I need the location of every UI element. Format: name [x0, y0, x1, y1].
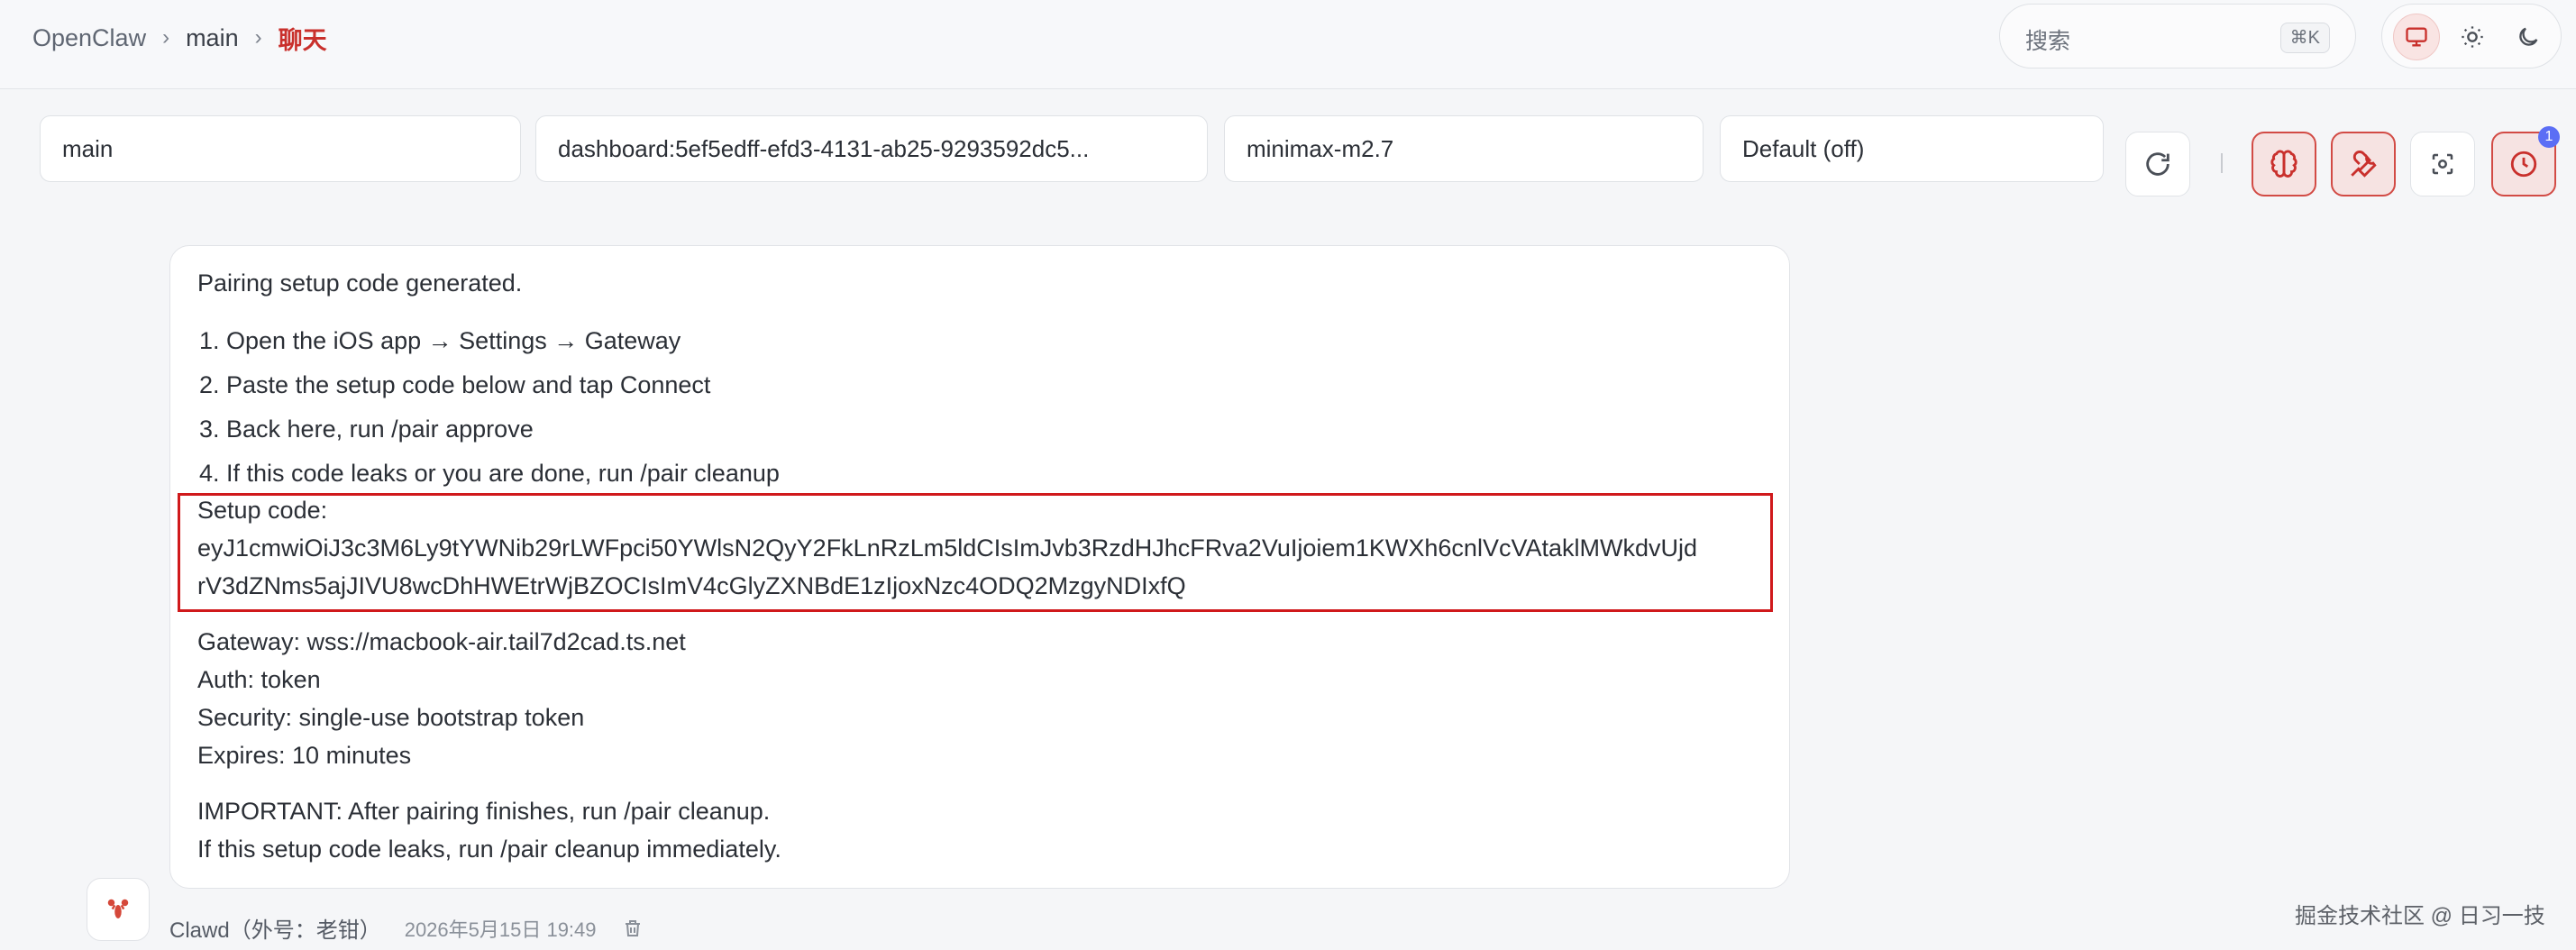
moon-icon	[2519, 27, 2538, 46]
top-bar: OpenClaw › main › 聊天 搜索 ⌘K	[0, 0, 2576, 89]
setup-code-line: rV3dZNms5ajJIVU8wcDhHWEtrWjBZOCIsImV4cGl…	[197, 572, 1186, 599]
cron-button[interactable]: 1	[2491, 126, 2560, 196]
cron-count-badge: 1	[2538, 126, 2560, 148]
refresh-button[interactable]	[2125, 132, 2190, 196]
session-select[interactable]: dashboard:5ef5edff-efd3-4131-ab25-929359…	[535, 115, 1208, 182]
delete-message-button[interactable]	[622, 918, 644, 939]
breadcrumb-separator: ›	[254, 25, 262, 50]
watermark: 掘金技术社区 @ 日习一技	[2295, 904, 2545, 928]
model-select[interactable]: minimax-m2.7	[1224, 115, 1704, 182]
search-placeholder: 搜索	[2025, 29, 2071, 54]
message-timestamp: 2026年5月15日 19:49	[404, 918, 597, 941]
security-info: Security: single-use bootstrap token	[197, 704, 585, 731]
breadcrumb: OpenClaw › main › 聊天	[32, 20, 327, 56]
clock-icon	[2510, 151, 2537, 178]
step-item: 1. Open the iOS app → Settings → Gateway	[199, 327, 681, 354]
leak-note: If this setup code leaks, run /pair clea…	[197, 836, 781, 863]
setup-code-line: eyJ1cmwiOiJ3c3M6Ly9tYWNib29rLWFpci50YWls…	[197, 534, 1697, 562]
trash-icon	[625, 919, 640, 936]
message-intro: Pairing setup code generated.	[197, 269, 523, 297]
wrench-icon	[2351, 151, 2377, 178]
theme-dark-button[interactable]	[2505, 14, 2552, 60]
gateway-info: Gateway: wss://macbook-air.tail7d2cad.ts…	[197, 628, 686, 655]
theme-system-button[interactable]	[2393, 14, 2440, 60]
thinking-select[interactable]: Default (off)	[1720, 115, 2104, 182]
breadcrumb-separator: ›	[162, 25, 170, 50]
avatar	[87, 878, 150, 941]
search-shortcut: ⌘K	[2279, 23, 2330, 53]
theme-light-button[interactable]	[2449, 14, 2496, 60]
tools-toggle-button[interactable]	[2331, 132, 2396, 196]
expires-info: Expires: 10 minutes	[197, 742, 412, 769]
message-meta: Clawd（外号：老钳） 2026年5月15日 19:49	[169, 912, 644, 944]
lobster-icon	[107, 899, 129, 918]
focus-mode-button[interactable]	[2410, 132, 2475, 196]
breadcrumb-current: 聊天	[278, 26, 327, 54]
message-author: Clawd（外号：老钳）	[169, 918, 381, 943]
setup-code-label: Setup code:	[197, 497, 328, 524]
brain-icon	[2270, 150, 2297, 178]
focus-icon	[2432, 153, 2453, 175]
breadcrumb-agent[interactable]: main	[186, 24, 239, 52]
important-note: IMPORTANT: After pairing finishes, run /…	[197, 798, 771, 825]
breadcrumb-root[interactable]: OpenClaw	[32, 24, 146, 52]
auth-info: Auth: token	[197, 666, 321, 693]
agent-select[interactable]: main	[40, 115, 521, 182]
refresh-icon	[2146, 152, 2170, 176]
theme-switcher	[2381, 4, 2562, 69]
toolbar-divider	[2221, 153, 2223, 173]
thinking-toggle-button[interactable]	[2252, 132, 2316, 196]
monitor-icon	[2406, 27, 2427, 47]
assistant-message: Pairing setup code generated. 1. Open th…	[169, 245, 1790, 889]
search-box[interactable]: 搜索 ⌘K	[1999, 4, 2356, 69]
sun-icon	[2462, 26, 2483, 48]
step-item: 4. If this code leaks or you are done, r…	[199, 460, 780, 487]
step-item: 3. Back here, run /pair approve	[199, 416, 534, 443]
step-item: 2. Paste the setup code below and tap Co…	[199, 371, 711, 398]
